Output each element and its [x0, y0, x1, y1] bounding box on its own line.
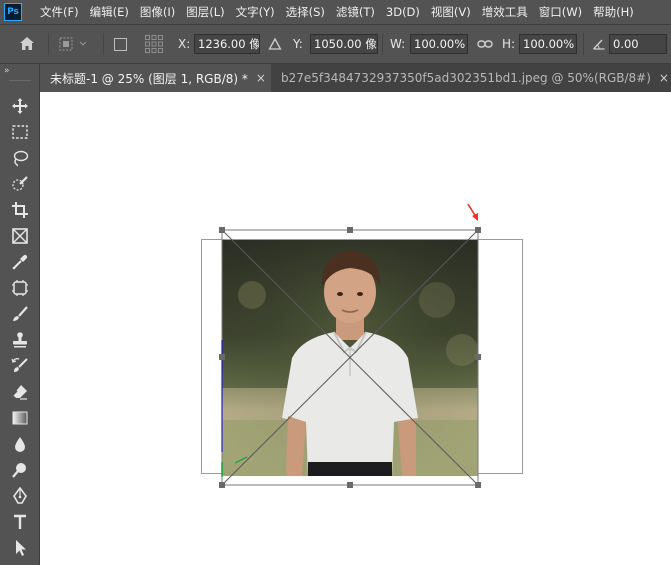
menu-3d[interactable]: 3D(D) — [380, 5, 425, 19]
photo-layer[interactable] — [222, 240, 478, 476]
y-position-field[interactable]: 1050.00 像 — [310, 34, 378, 54]
h-label: H: — [502, 37, 516, 51]
frame-icon[interactable] — [9, 225, 31, 247]
menu-type[interactable]: 文字(Y) — [230, 4, 280, 20]
history-brush-icon[interactable] — [9, 355, 31, 377]
transform-handle-right[interactable] — [475, 354, 481, 360]
menu-layer[interactable]: 图层(L) — [180, 4, 229, 20]
height-field[interactable]: 100.00% — [519, 34, 577, 54]
width-field[interactable]: 100.00% — [410, 34, 468, 54]
tools-panel: » — [0, 64, 40, 565]
menu-edit[interactable]: 编辑(E) — [84, 4, 134, 20]
quick-select-icon[interactable] — [9, 173, 31, 195]
eyedropper-icon[interactable] — [9, 251, 31, 273]
pen-icon[interactable] — [9, 485, 31, 507]
home-icon[interactable] — [18, 25, 36, 63]
tab-label: 未标题-1 @ 25% (图层 1, RGB/8) * — [50, 71, 248, 86]
menu-window[interactable]: 窗口(W) — [533, 4, 587, 20]
options-bar: X: 1236.00 像 Y: 1050.00 像 W: 100.00% H: … — [0, 24, 671, 64]
menu-image[interactable]: 图像(I) — [134, 4, 180, 20]
w-label: W: — [390, 37, 406, 51]
lasso-icon[interactable] — [9, 147, 31, 169]
path-select-icon[interactable] — [9, 537, 31, 559]
tab-jpeg-file[interactable]: b27e5f3484732937350f5ad302351bd1.jpeg @ … — [271, 64, 671, 92]
type-icon[interactable] — [9, 511, 31, 533]
menu-help[interactable]: 帮助(H) — [587, 4, 639, 20]
transform-handle-top[interactable] — [347, 227, 353, 233]
stamp-icon[interactable] — [9, 329, 31, 351]
rect-marquee-icon[interactable] — [9, 121, 31, 143]
gradient-icon[interactable] — [9, 407, 31, 429]
transform-handle-top-right[interactable] — [475, 227, 481, 233]
brush-icon[interactable] — [9, 303, 31, 325]
close-icon[interactable]: × — [659, 71, 669, 85]
relative-position-icon[interactable] — [268, 25, 282, 63]
link-icon[interactable] — [477, 25, 493, 63]
menu-plugins[interactable]: 增效工具 — [476, 4, 533, 20]
transform-handle-top-left[interactable] — [219, 227, 225, 233]
menu-file[interactable]: 文件(F) — [34, 4, 84, 20]
crop-icon[interactable] — [9, 199, 31, 221]
photoshop-logo: Ps — [4, 3, 22, 21]
show-transform-checkbox[interactable] — [114, 25, 127, 63]
transform-handle-bottom[interactable] — [347, 482, 353, 488]
move-tool-icon[interactable] — [9, 95, 31, 117]
patch-icon[interactable] — [9, 277, 31, 299]
collapse-panel-icon[interactable]: » — [4, 66, 10, 76]
transform-handle-bottom-right[interactable] — [475, 482, 481, 488]
dodge-icon[interactable] — [9, 459, 31, 481]
rotate-angle-icon — [592, 25, 606, 63]
transform-handle-bottom-left[interactable] — [219, 482, 225, 488]
y-label: Y: — [293, 37, 303, 51]
transform-handle-left[interactable] — [219, 354, 225, 360]
menu-bar: Ps 文件(F) 编辑(E) 图像(I) 图层(L) 文字(Y) 选择(S) 滤… — [0, 0, 671, 24]
rotate-angle-field[interactable]: 0.00 — [609, 34, 667, 54]
menu-select[interactable]: 选择(S) — [280, 4, 330, 20]
tab-label: b27e5f3484732937350f5ad302351bd1.jpeg @ … — [281, 71, 651, 85]
reference-point-icon[interactable] — [144, 25, 164, 63]
tab-untitled-1[interactable]: 未标题-1 @ 25% (图层 1, RGB/8) * × — [40, 64, 271, 92]
menu-filter[interactable]: 滤镜(T) — [330, 4, 380, 20]
document-canvas[interactable] — [40, 92, 671, 565]
eraser-icon[interactable] — [9, 381, 31, 403]
document-tabs: 未标题-1 @ 25% (图层 1, RGB/8) * × b27e5f3484… — [40, 64, 671, 92]
marquee-options-icon[interactable] — [58, 25, 88, 63]
x-label: X: — [178, 37, 191, 51]
x-position-field[interactable]: 1236.00 像 — [194, 34, 260, 54]
boy-photo — [222, 240, 478, 476]
red-arrow-icon — [467, 203, 478, 221]
blur-icon[interactable] — [9, 433, 31, 455]
menu-view[interactable]: 视图(V) — [425, 4, 476, 20]
close-icon[interactable]: × — [256, 71, 266, 85]
